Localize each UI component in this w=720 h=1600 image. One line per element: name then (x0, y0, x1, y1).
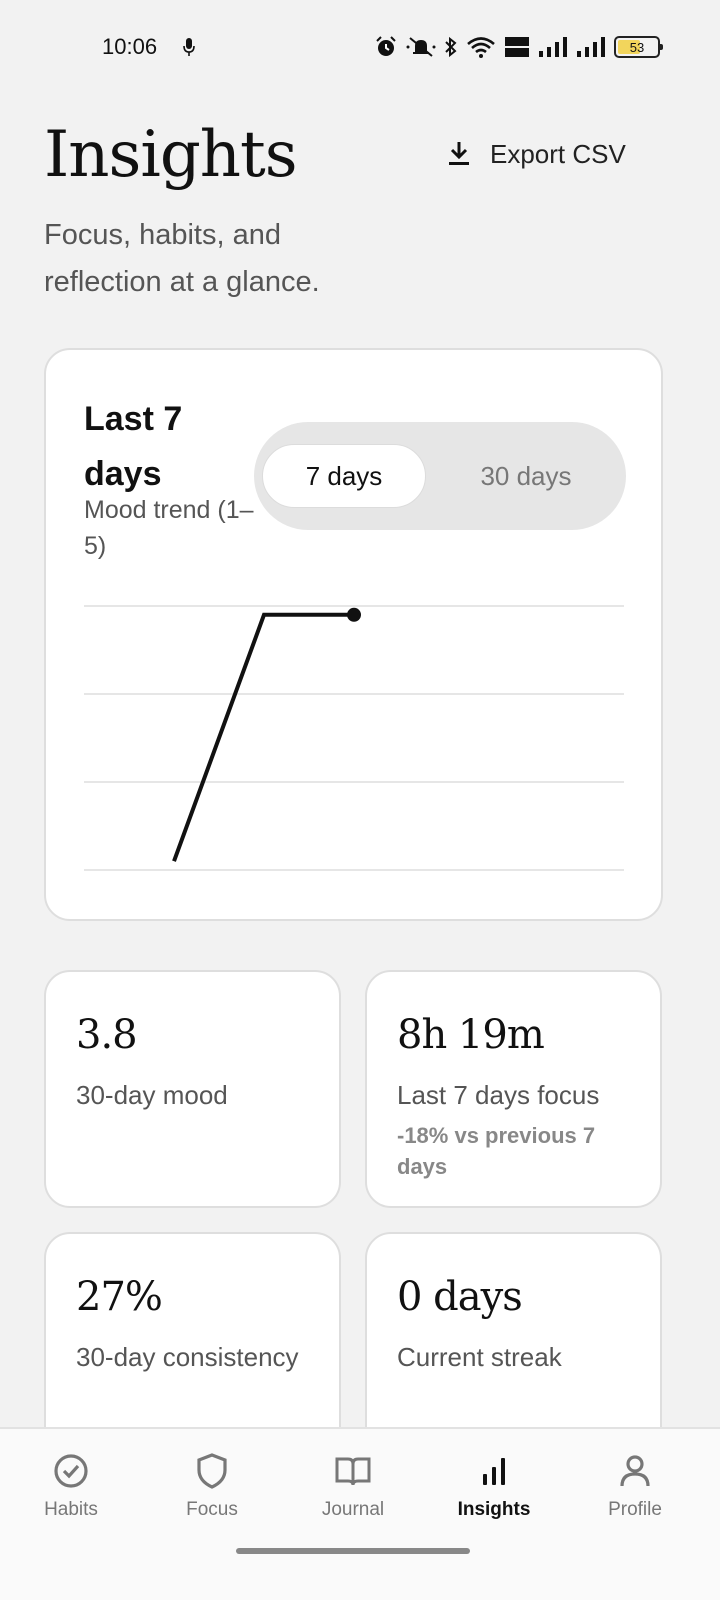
muted-bell-icon (406, 37, 436, 57)
export-csv-button[interactable]: Export CSV (446, 132, 626, 176)
mood-trend-chart (84, 605, 624, 871)
wifi-icon (467, 37, 495, 58)
nav-item-journal[interactable]: Journal (288, 1451, 418, 1531)
home-indicator (236, 1548, 470, 1554)
check-circle-icon (54, 1454, 88, 1488)
alarm-icon (376, 36, 396, 56)
bar-chart-icon (483, 1458, 505, 1485)
person-icon (620, 1455, 650, 1487)
range-toggle: 7 days 30 days (254, 422, 626, 530)
trend-subtitle: Mood trend (1–5) (84, 496, 254, 560)
page-title: Insights (44, 118, 298, 192)
stat-label: 30-day consistency (76, 1342, 299, 1372)
stat-label: Last 7 days focus (397, 1080, 600, 1110)
mood-latest-point (347, 607, 361, 622)
status-icons: 53 (374, 33, 663, 61)
stat-value: 3.8 (76, 1012, 138, 1058)
stat-value: 27% (76, 1274, 163, 1320)
bluetooth-icon (445, 36, 457, 58)
signal-icon (539, 37, 567, 57)
nav-item-focus[interactable]: Focus (147, 1451, 277, 1531)
stat-note: -18% vs previous 7 days (397, 1123, 596, 1179)
stat-value: 8h 19m (397, 1012, 545, 1058)
volte-icon (505, 37, 529, 57)
bottom-nav: Habits Focus Journal Insights Profile (0, 1427, 720, 1600)
status-bar: 10:06 53 (0, 0, 720, 96)
nav-label: Focus (186, 1499, 238, 1520)
stat-label: Current streak (397, 1342, 562, 1372)
battery-indicator: 53 (614, 36, 663, 58)
microphone-icon (183, 38, 195, 56)
book-icon (335, 1457, 371, 1486)
stat-card-focus: 8h 19m Last 7 days focus -18% vs previou… (365, 970, 662, 1208)
nav-label: Habits (44, 1499, 98, 1520)
nav-label: Profile (608, 1499, 662, 1520)
nav-item-habits[interactable]: Habits (6, 1451, 136, 1531)
trend-title: Last 7 days (84, 400, 183, 493)
toggle-7-days[interactable]: 7 days (262, 444, 426, 508)
status-time: 10:06 (102, 34, 158, 59)
stat-value: 0 days (397, 1274, 523, 1320)
nav-item-insights[interactable]: Insights (429, 1451, 559, 1531)
signal-icon-2 (577, 37, 605, 57)
page-subtitle: Focus, habits, and reflection at a glanc… (44, 219, 320, 298)
nav-label: Insights (457, 1499, 531, 1520)
mood-trend-card: Last 7 days Mood trend (1–5) 7 days 30 d… (44, 348, 663, 921)
stat-label: 30-day mood (76, 1080, 228, 1110)
nav-label: Journal (321, 1499, 385, 1520)
toggle-30-days[interactable]: 30 days (444, 444, 608, 508)
shield-icon (197, 1453, 227, 1489)
export-csv-label: Export CSV (490, 138, 626, 169)
nav-item-profile[interactable]: Profile (570, 1451, 700, 1531)
mood-series-line (172, 612, 354, 862)
stat-card-mood: 3.8 30-day mood (44, 970, 341, 1208)
download-icon (449, 142, 469, 165)
battery-level: 53 (629, 39, 645, 55)
